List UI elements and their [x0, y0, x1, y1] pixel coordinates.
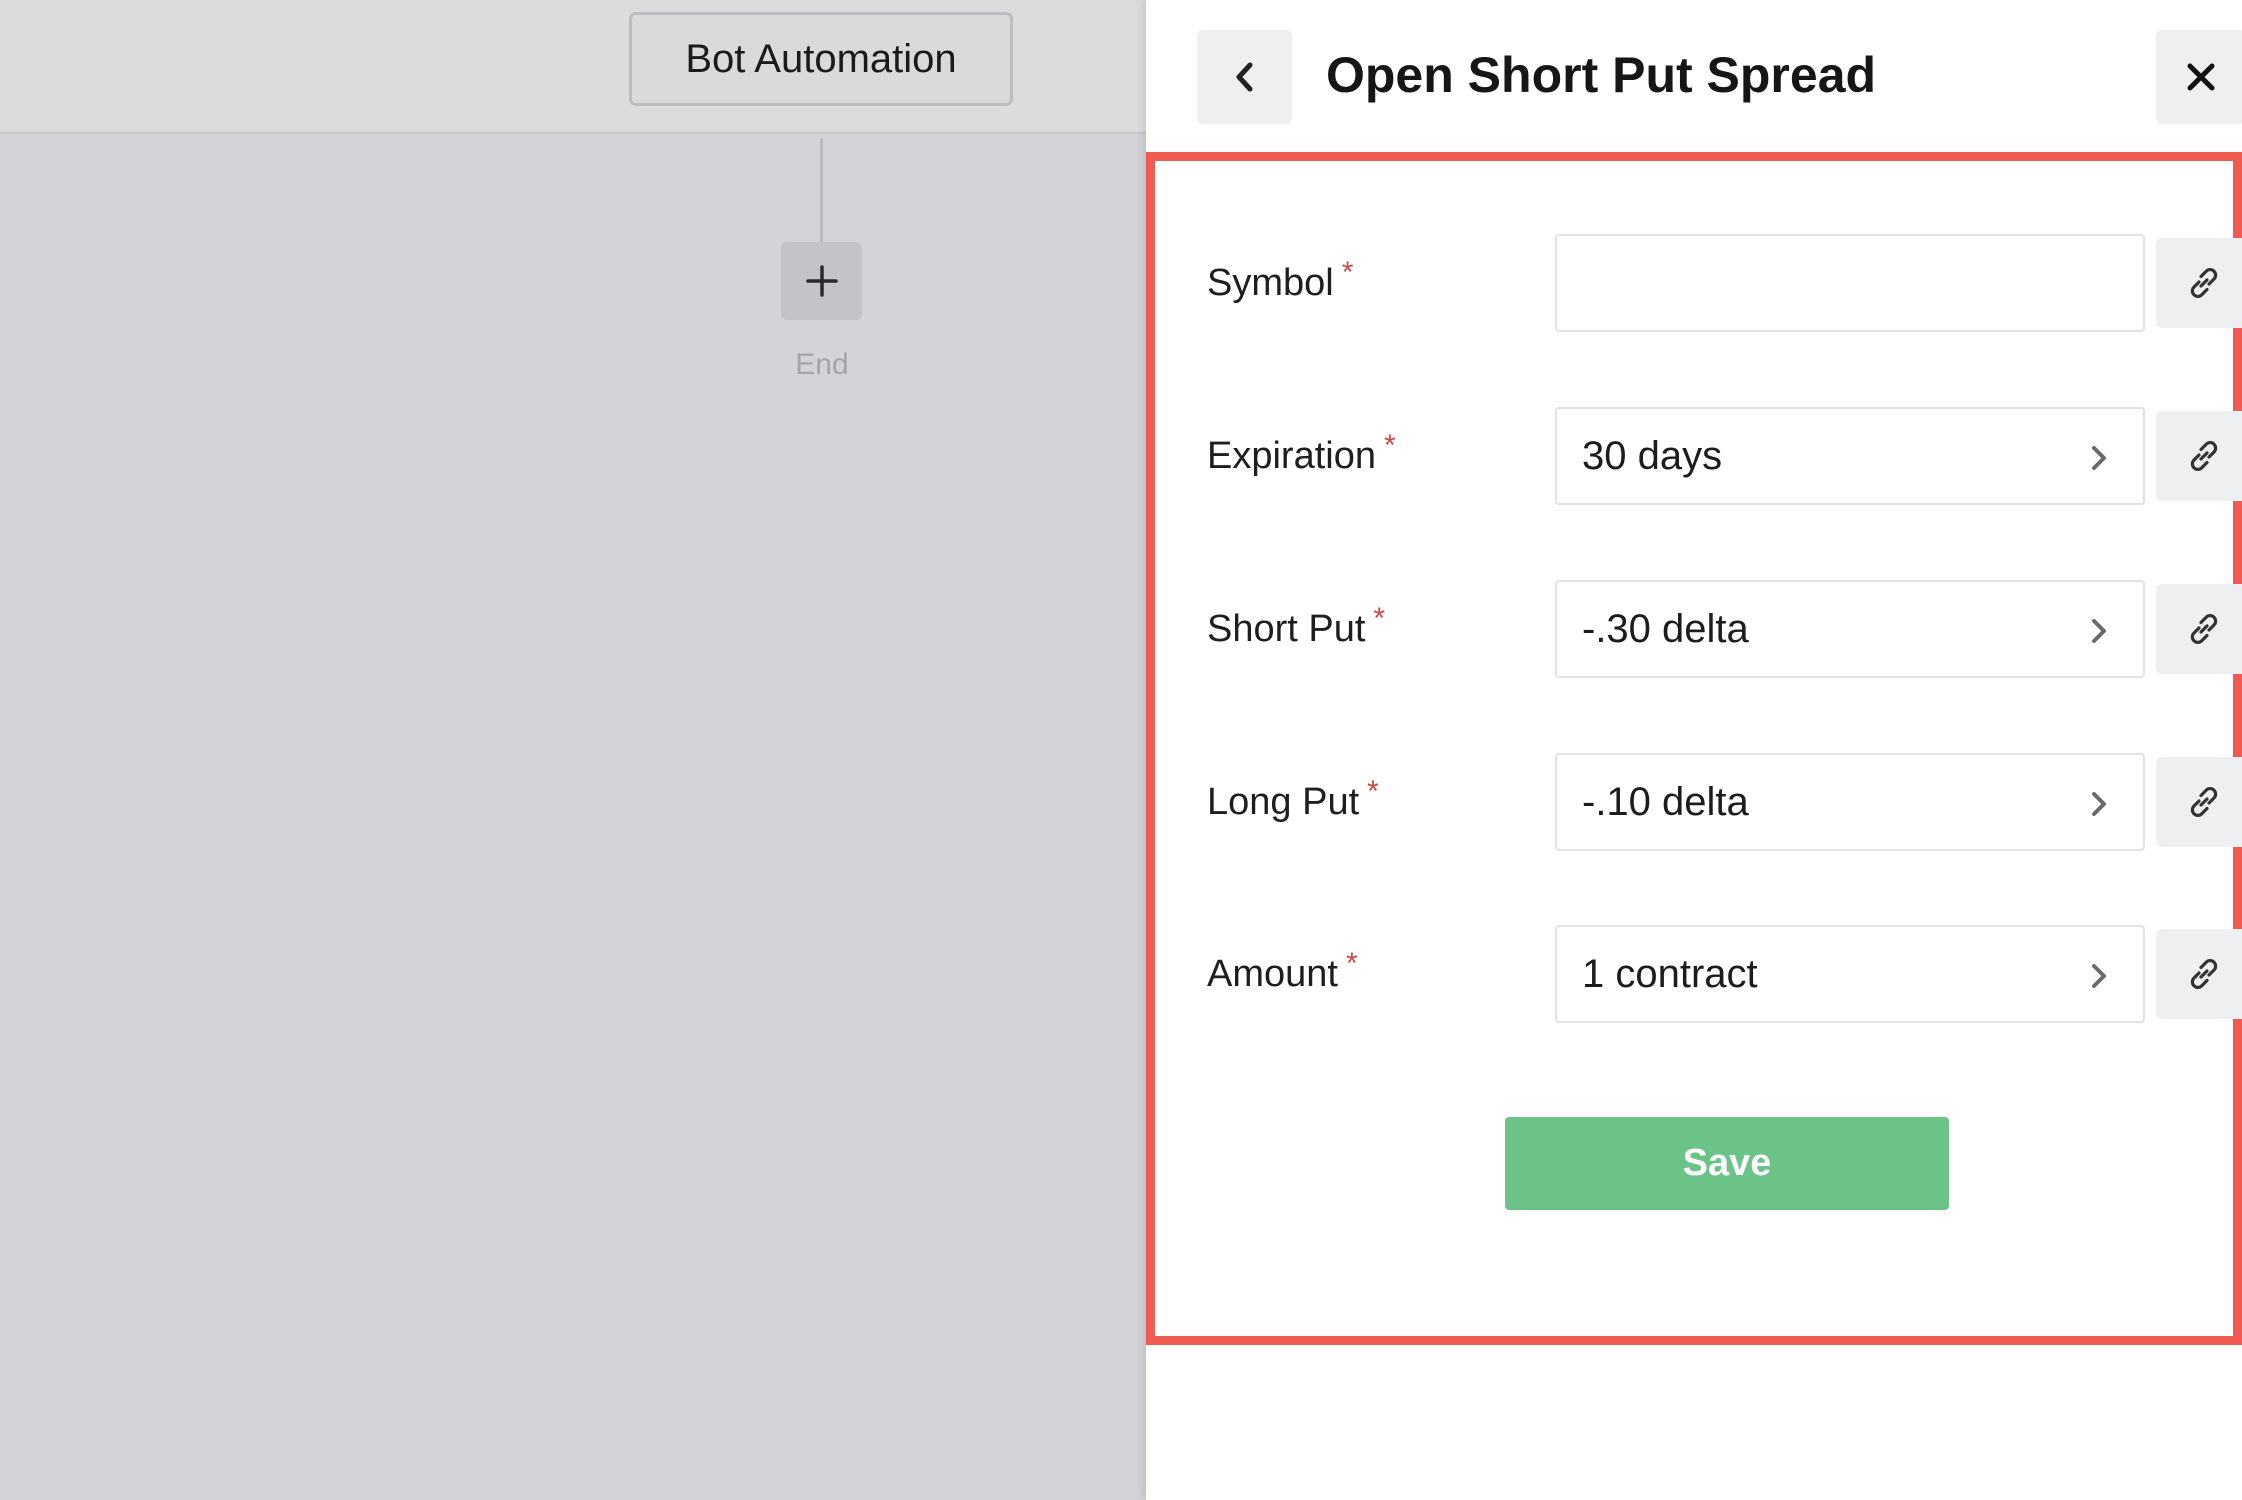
- back-button[interactable]: [1197, 30, 1292, 124]
- field-label-amount: Amount *: [1207, 947, 1358, 995]
- close-button[interactable]: [2156, 30, 2242, 124]
- plus-icon: [805, 265, 838, 297]
- link-icon: [2190, 959, 2217, 989]
- short-put-select[interactable]: -.30 delta: [1555, 580, 2145, 678]
- field-label-long-put: Long Put *: [1207, 775, 1379, 823]
- field-label-expiration: Expiration *: [1207, 429, 1396, 477]
- expiration-value: 30 days: [1582, 433, 1723, 478]
- long-put-select[interactable]: -.10 delta: [1555, 753, 2145, 851]
- step-config-panel: Open Short Put Spread Symbol * Expiratio…: [1146, 0, 2242, 1500]
- chevron-left-icon: [1236, 62, 1252, 92]
- symbol-input[interactable]: [1555, 234, 2145, 332]
- bot-automation-node[interactable]: Bot Automation: [629, 12, 1013, 106]
- link-icon: [2190, 787, 2217, 817]
- symbol-link-button[interactable]: [2156, 238, 2242, 328]
- short-put-value: -.30 delta: [1582, 606, 1749, 651]
- form-highlight-box: Symbol * Expiration * 30 days Short Put …: [1146, 152, 2242, 1345]
- panel-title: Open Short Put Spread: [1326, 47, 1877, 103]
- connector-line: [820, 138, 823, 242]
- field-row-amount: Amount * 1 contract: [1155, 925, 2242, 1023]
- amount-select[interactable]: 1 contract: [1555, 925, 2145, 1023]
- save-button[interactable]: Save: [1505, 1117, 1949, 1210]
- required-marker: *: [1345, 947, 1358, 980]
- workflow-canvas: Bot Automation End: [0, 0, 1146, 1500]
- chevron-right-icon: [2092, 619, 2106, 643]
- short-put-link-button[interactable]: [2156, 584, 2242, 674]
- field-label-short-put: Short Put *: [1207, 602, 1386, 650]
- required-marker: *: [1373, 602, 1386, 635]
- long-put-value: -.10 delta: [1582, 779, 1749, 824]
- required-marker: *: [1383, 429, 1396, 462]
- field-row-long-put: Long Put * -.10 delta: [1155, 753, 2242, 851]
- field-row-short-put: Short Put * -.30 delta: [1155, 580, 2242, 678]
- required-marker: *: [1367, 775, 1379, 808]
- field-row-expiration: Expiration * 30 days: [1155, 407, 2242, 505]
- end-label: End: [795, 348, 849, 381]
- chevron-right-icon: [2092, 964, 2106, 988]
- close-icon: [2187, 63, 2215, 91]
- expiration-select[interactable]: 30 days: [1555, 407, 2145, 505]
- add-step-button[interactable]: [781, 242, 862, 320]
- node-title: Bot Automation: [685, 36, 957, 81]
- link-icon: [2190, 614, 2217, 644]
- link-icon: [2190, 268, 2217, 298]
- required-marker: *: [1341, 256, 1354, 289]
- field-label-symbol: Symbol *: [1207, 256, 1354, 304]
- amount-link-button[interactable]: [2156, 929, 2242, 1019]
- long-put-link-button[interactable]: [2156, 757, 2242, 847]
- chevron-right-icon: [2092, 446, 2106, 470]
- amount-value: 1 contract: [1582, 951, 1758, 996]
- link-icon: [2190, 441, 2217, 471]
- chevron-right-icon: [2092, 792, 2106, 816]
- field-row-symbol: Symbol *: [1155, 234, 2242, 332]
- expiration-link-button[interactable]: [2156, 411, 2242, 501]
